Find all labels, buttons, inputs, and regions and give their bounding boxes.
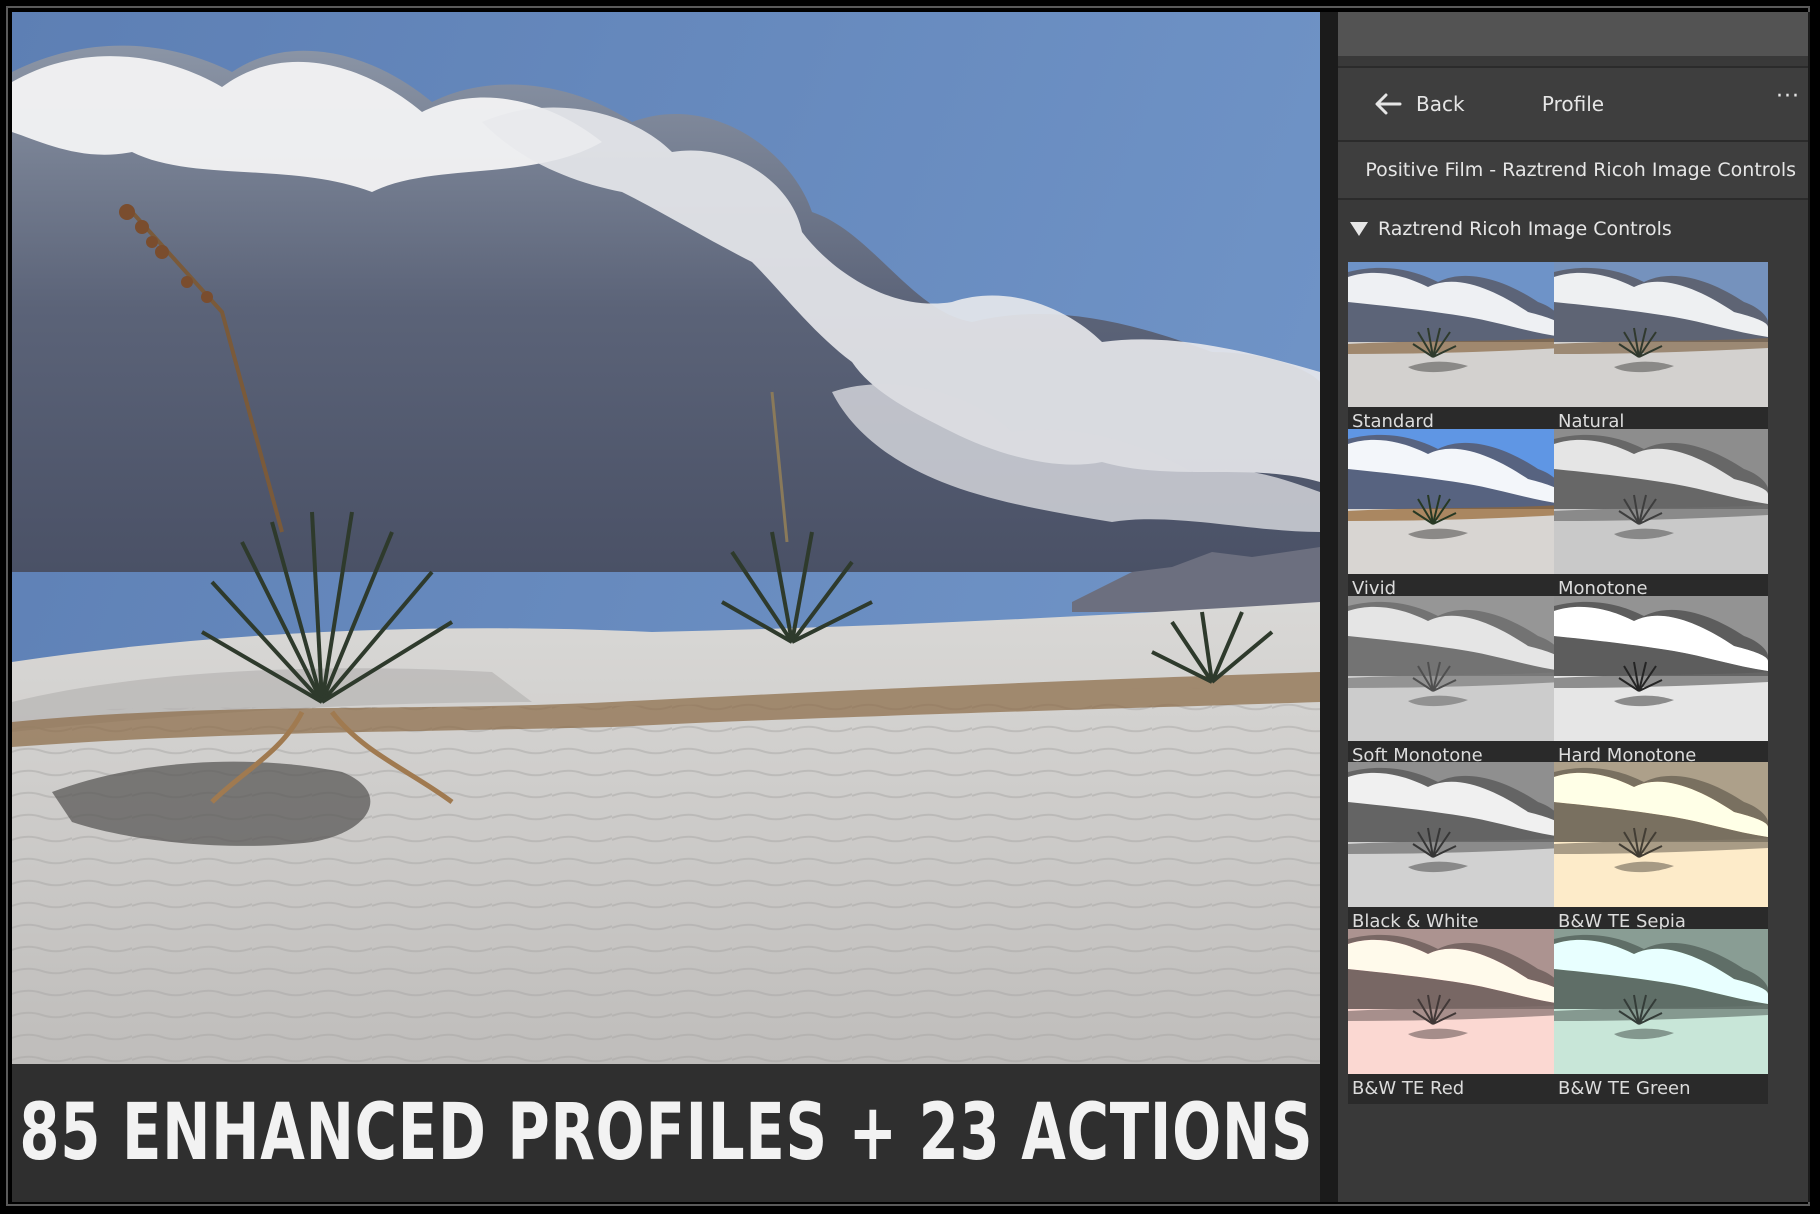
screenshot-frame: 85 ENHANCED PROFILES + 23 ACTIONS Back P…: [0, 0, 1820, 1214]
panel-header: Back Profile ···: [1338, 66, 1808, 142]
profile-thumbnail-vivid[interactable]: Vivid: [1348, 429, 1562, 604]
profile-thumbnail-b-w-te-sepia[interactable]: B&W TE Sepia: [1554, 762, 1768, 937]
more-options-icon[interactable]: ···: [1776, 84, 1800, 109]
profile-thumbnail-image: [1554, 262, 1768, 407]
panel-body: Back Profile ··· Positive Film - Raztren…: [1338, 56, 1808, 1202]
main-photo-preview: [12, 12, 1320, 1064]
profile-group-toggle[interactable]: Raztrend Ricoh Image Controls: [1350, 214, 1672, 244]
triangle-down-icon: [1350, 222, 1368, 236]
profile-thumbnail-image: [1348, 596, 1562, 741]
profile-thumbnail-label: B&W TE Green: [1558, 1078, 1691, 1099]
panel-title: Profile: [1541, 92, 1605, 116]
profile-thumbnail-black-white[interactable]: Black & White: [1348, 762, 1562, 937]
profile-thumbnail-image: [1554, 929, 1768, 1074]
profile-thumbnail-image: [1554, 429, 1768, 574]
profile-thumbnail-standard[interactable]: Standard: [1348, 262, 1562, 437]
profile-thumbnail-image: [1348, 429, 1562, 574]
caption-bar: 85 ENHANCED PROFILES + 23 ACTIONS: [12, 1064, 1320, 1202]
profile-thumbnail-image: [1348, 262, 1562, 407]
profile-thumbnail-b-w-te-red[interactable]: B&W TE Red: [1348, 929, 1562, 1104]
profile-thumbnail-soft-monotone[interactable]: Soft Monotone: [1348, 596, 1562, 771]
profile-group-label: Raztrend Ricoh Image Controls: [1378, 218, 1672, 240]
profile-thumbnail-b-w-te-green[interactable]: B&W TE Green: [1554, 929, 1768, 1104]
caption-text: 85 ENHANCED PROFILES + 23 ACTIONS: [19, 1088, 1313, 1178]
profile-thumbnail-image: [1554, 762, 1768, 907]
profile-thumbnail-hard-monotone[interactable]: Hard Monotone: [1554, 596, 1768, 771]
desert-photo: [12, 12, 1320, 1064]
profile-thumbnail-label: B&W TE Red: [1352, 1078, 1465, 1099]
profile-thumbnail-image: [1348, 762, 1562, 907]
profile-panel: Back Profile ··· Positive Film - Raztren…: [1320, 12, 1810, 1202]
current-profile-name: Positive Film - Raztrend Ricoh Image Con…: [1338, 142, 1808, 200]
profile-thumbnail-image: [1348, 929, 1562, 1074]
profile-thumbnail-image: [1554, 596, 1768, 741]
panel-top-strip: [1338, 12, 1808, 56]
profile-thumbnail-monotone[interactable]: Monotone: [1554, 429, 1768, 604]
profile-thumbnail-natural[interactable]: Natural: [1554, 262, 1768, 437]
